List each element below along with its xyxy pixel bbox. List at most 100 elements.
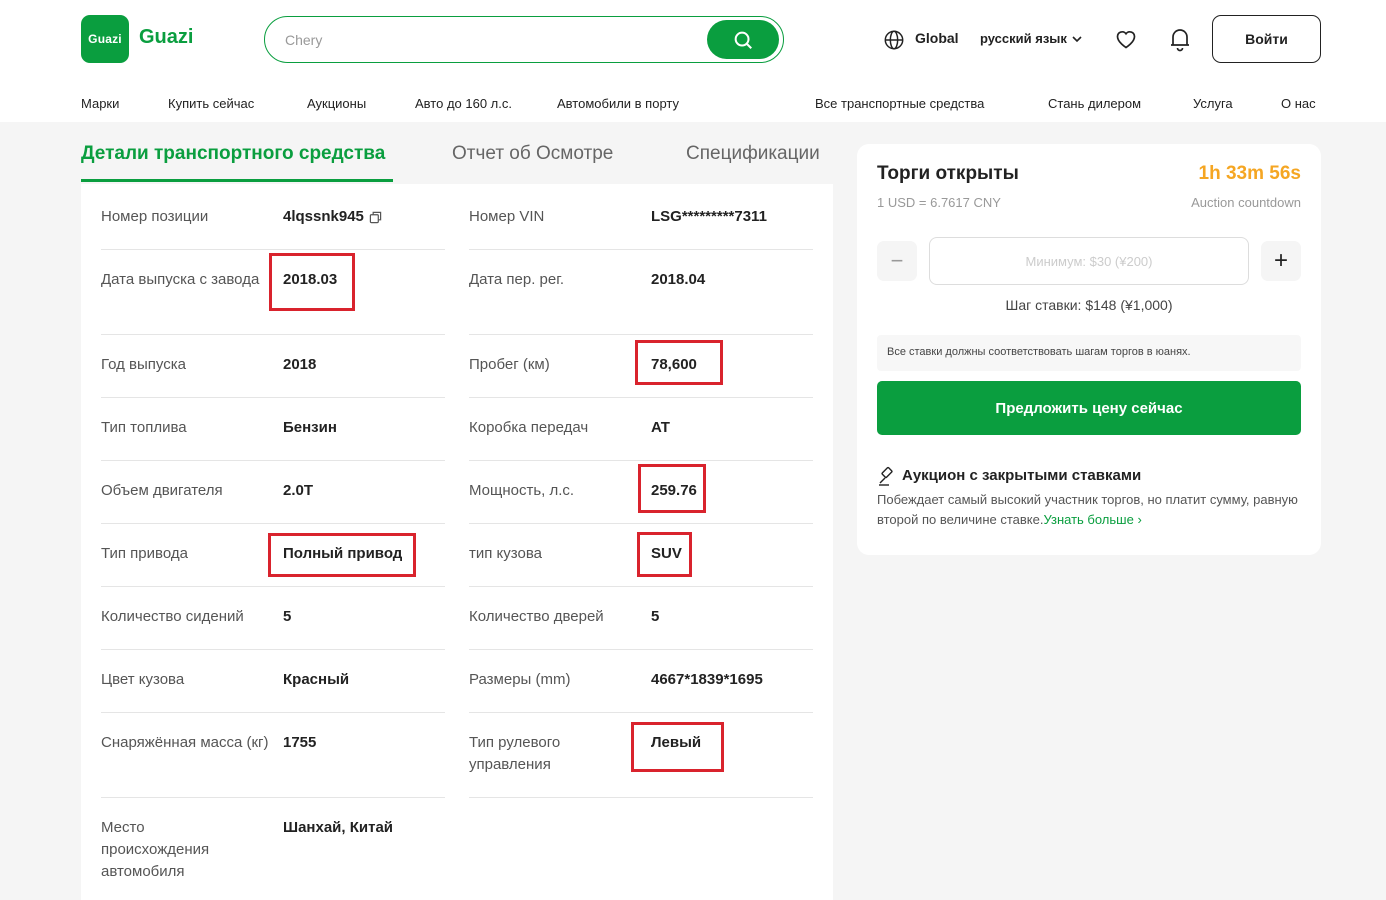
detail-label: Номер VIN (469, 208, 545, 225)
row-divider (469, 797, 813, 798)
detail-label: Пробег (км) (469, 356, 550, 373)
region-selector[interactable]: Global (915, 30, 959, 46)
nav-become-dealer[interactable]: Стань дилером (1048, 96, 1141, 111)
detail-label: Размеры (mm) (469, 671, 571, 688)
row-divider (469, 523, 813, 524)
search-input[interactable] (285, 29, 705, 51)
row-divider (469, 586, 813, 587)
tab-vehicle-details[interactable]: Детали транспортного средства (81, 143, 385, 165)
detail-value: 5 (283, 608, 292, 625)
active-tab-indicator (81, 179, 393, 182)
detail-value: Шанхай, Китай (283, 819, 394, 836)
row-divider (101, 586, 445, 587)
heart-icon[interactable] (1114, 27, 1138, 51)
bid-input[interactable] (929, 237, 1249, 285)
detail-label: Объем двигателя (101, 482, 223, 499)
detail-label: Количество сидений (101, 608, 244, 625)
search-icon (734, 31, 752, 49)
vehicle-details-panel: Номер позиции 4lqssnk945 Дата выпуска с … (81, 184, 833, 900)
row-divider (101, 249, 445, 250)
nav-buy-now[interactable]: Купить сейчас (168, 96, 254, 111)
nav-service[interactable]: Услуга (1193, 96, 1233, 111)
minus-icon: − (890, 248, 904, 273)
search-button[interactable] (707, 20, 779, 59)
row-divider (469, 712, 813, 713)
learn-more-link[interactable]: Узнать больше › (1043, 512, 1141, 527)
detail-label: Место происхождения автомобиля (101, 819, 210, 880)
lot-number: 4lqssnk945 (283, 208, 364, 225)
nav-cars-under-160hp[interactable]: Авто до 160 л.с. (415, 96, 512, 111)
detail-value: 4667*1839*1695 (651, 671, 763, 688)
row-divider (101, 712, 445, 713)
row-divider (101, 334, 445, 335)
detail-value: Бензин (283, 419, 337, 436)
language-label: русский язык (980, 31, 1067, 46)
chevron-down-icon (1072, 35, 1082, 42)
bid-step: Шаг ставки: $148 (¥1,000) (1005, 297, 1173, 313)
detail-label: Мощность, л.с. (469, 482, 575, 499)
login-button[interactable]: Войти (1212, 15, 1321, 63)
increase-bid-button[interactable]: + (1261, 241, 1301, 281)
row-divider (101, 649, 445, 650)
highlight-box (635, 340, 723, 385)
row-divider (469, 249, 813, 250)
detail-value: AT (651, 419, 670, 436)
row-divider (101, 460, 445, 461)
plus-icon: + (1273, 247, 1288, 274)
bell-icon[interactable] (1168, 26, 1192, 52)
nav-auctions[interactable]: Аукционы (307, 96, 366, 111)
tab-inspection-report[interactable]: Отчет об Осмотре (452, 143, 613, 165)
highlight-box (269, 253, 355, 311)
detail-value: 1755 (283, 734, 317, 751)
highlight-box (638, 464, 706, 513)
row-divider (101, 523, 445, 524)
bid-note: Все ставки должны соответствовать шагам … (877, 335, 1301, 371)
nav-cars-in-port[interactable]: Автомобили в порту (557, 96, 679, 111)
detail-label: Номер позиции (101, 208, 209, 225)
exchange-rate: 1 USD = 6.7617 CNY (877, 195, 1001, 210)
detail-label: Снаряжённая масса (кг) (101, 734, 269, 751)
highlight-box (268, 533, 416, 577)
detail-label: Цвет кузова (101, 671, 185, 688)
row-divider (101, 797, 445, 798)
row-divider (469, 460, 813, 461)
highlight-box (637, 532, 692, 577)
detail-value: 2.0T (283, 482, 314, 499)
detail-value: LSG*********7311 (651, 208, 767, 225)
detail-label: Год выпуска (101, 356, 186, 373)
nav-about[interactable]: О нас (1281, 96, 1316, 111)
tab-specifications[interactable]: Спецификации (686, 143, 820, 165)
detail-value: 2018.04 (651, 271, 706, 288)
detail-label: Тип топлива (101, 419, 187, 436)
copy-icon[interactable] (369, 211, 382, 224)
detail-label: Тип привода (101, 545, 188, 562)
detail-label: тип кузова (469, 545, 542, 562)
highlight-box (631, 722, 724, 772)
gavel-icon (879, 466, 893, 486)
sealed-auction-description: Побеждает самый высокий участник торгов,… (877, 490, 1307, 530)
detail-label: Дата пер. рег. (469, 271, 565, 288)
detail-value: 4lqssnk945 (283, 206, 382, 228)
detail-value: 2018 (283, 356, 317, 373)
decrease-bid-button[interactable]: − (877, 241, 917, 281)
row-divider (469, 397, 813, 398)
row-divider (469, 649, 813, 650)
sealed-auction-title: Аукцион с закрытыми ставками (902, 467, 1142, 484)
place-bid-button[interactable]: Предложить цену сейчас (877, 381, 1301, 435)
auction-title: Торги открыты (877, 163, 1019, 184)
detail-label: Коробка передач (469, 419, 589, 436)
auction-timer: 1h 33m 56s (1198, 163, 1301, 184)
language-selector[interactable]: русский язык (980, 31, 1083, 46)
detail-label: Дата выпуска с завода (101, 271, 260, 288)
logo-text[interactable]: Guazi (139, 26, 193, 49)
nav-all-vehicles[interactable]: Все транспортные средства (815, 96, 984, 111)
globe-icon[interactable] (883, 29, 905, 51)
row-divider (469, 334, 813, 335)
logo[interactable]: Guazi (81, 15, 129, 63)
search-bar (264, 16, 784, 63)
countdown-label: Auction countdown (1191, 195, 1301, 210)
detail-value: Красный (283, 671, 350, 688)
nav-brands[interactable]: Марки (81, 96, 119, 111)
auction-panel: Торги открыты 1h 33m 56s 1 USD = 6.7617 … (857, 144, 1321, 555)
header: Guazi Guazi Global русский язык Войти Ма… (0, 0, 1386, 122)
